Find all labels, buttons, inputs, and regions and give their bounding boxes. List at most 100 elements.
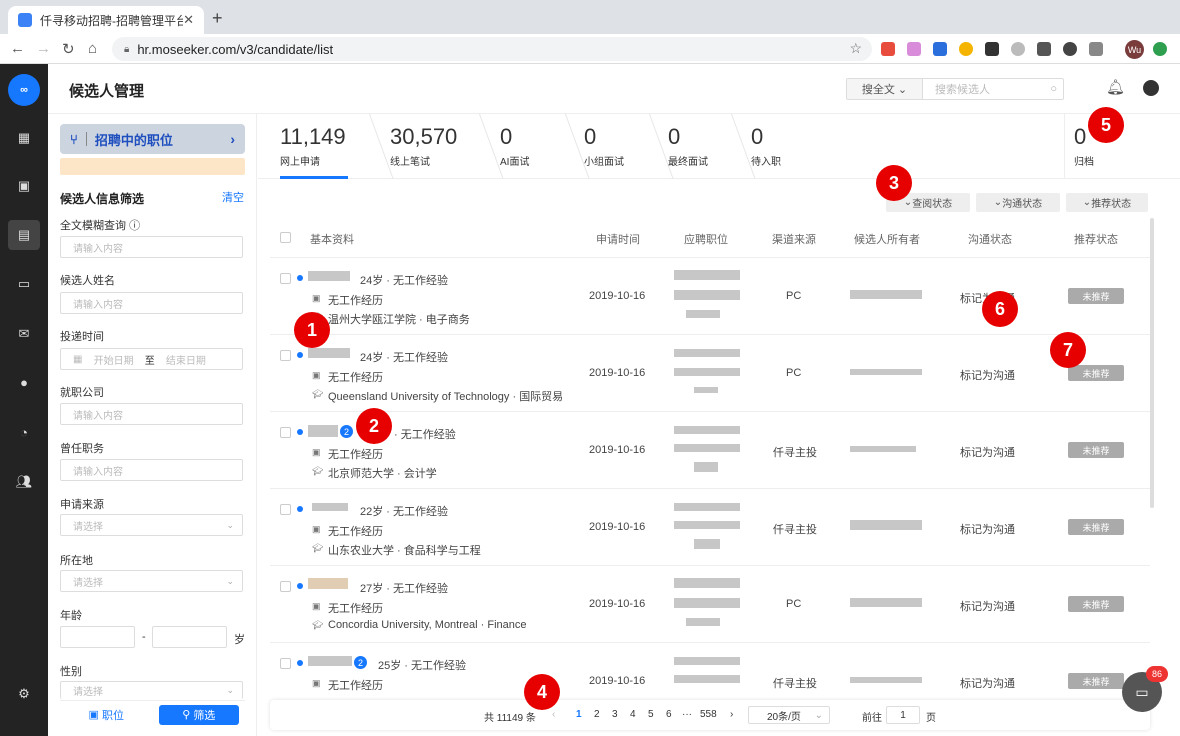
stat-online-test[interactable]: 30,570 线上笔试 [390, 124, 457, 168]
notification-bell-icon[interactable]: 🔔︎ [1106, 78, 1125, 96]
mark-communicated-link[interactable]: 标记为沟通 [960, 367, 1015, 383]
recommend-status-tag[interactable]: 未推荐 [1068, 365, 1124, 381]
moseeker-logo[interactable]: ∞ [8, 74, 40, 106]
recommend-status-tag[interactable]: 未推荐 [1068, 519, 1124, 535]
company-input[interactable]: 请输入内容 [60, 403, 243, 425]
extension-icon[interactable] [933, 42, 947, 56]
date-range-input[interactable]: ▦ 开始日期 至 结束日期 [60, 348, 243, 370]
page-4[interactable]: 4 [630, 709, 636, 720]
reload-icon[interactable]: ↻ [62, 40, 75, 58]
recommend-status-filter[interactable]: ⌄ 推荐状态 [1066, 193, 1148, 212]
mark-communicated-link[interactable]: 标记为沟通 [960, 675, 1015, 691]
close-tab-icon[interactable]: ✕ [183, 12, 194, 28]
id-card-icon[interactable]: ▭ [12, 272, 36, 296]
recruiting-jobs-button[interactable]: ⑂ 招聘中的职位 › [60, 124, 245, 154]
position-input[interactable]: 请输入内容 [60, 459, 243, 481]
stat-online-apply[interactable]: 11,149 网上申请 [280, 124, 346, 168]
row-checkbox[interactable] [280, 658, 291, 669]
goto-page-input[interactable]: 1 [886, 706, 920, 724]
extension-icon[interactable] [959, 42, 973, 56]
extension-icon[interactable] [907, 42, 921, 56]
page-2[interactable]: 2 [594, 709, 600, 720]
stat-final-interview[interactable]: 0 最终面试 [668, 124, 708, 168]
page-last[interactable]: 558 [700, 709, 717, 720]
thumbs-up-icon[interactable]: ● [12, 370, 36, 394]
next-page-icon[interactable]: › [730, 709, 733, 720]
table-scrollbar[interactable] [1150, 218, 1154, 508]
tab-position[interactable]: ▣ 职位 [66, 705, 146, 725]
page-1[interactable]: 1 [576, 709, 582, 720]
recommend-status-tag[interactable]: 未推荐 [1068, 673, 1124, 689]
url-field[interactable]: 🔒︎ hr.moseeker.com/v3/candidate/list ☆ [112, 37, 872, 61]
page-size-select[interactable]: 20条/页 ⌄ [748, 706, 830, 724]
recommend-status-tag[interactable]: 未推荐 [1068, 442, 1124, 458]
users-icon[interactable]: 👥︎ [12, 470, 36, 494]
mark-communicated-link[interactable]: 标记为沟通 [960, 444, 1015, 460]
table-row[interactable]: 2 · 无工作经验 ▣ 无工作经历 🎓︎ 北京师范大学 · 会计学 2019-1… [270, 412, 1150, 489]
table-row[interactable]: 27岁 · 无工作经验 ▣ 无工作经历 🎓︎ Concordia Univers… [270, 566, 1150, 643]
clear-filters-link[interactable]: 清空 [222, 189, 244, 205]
back-icon[interactable]: ← [10, 40, 25, 57]
row-checkbox[interactable] [280, 427, 291, 438]
blurred-job[interactable] [674, 578, 740, 588]
browser-tab[interactable]: 仟寻移动招聘-招聘管理平台 ✕ [8, 6, 204, 34]
name-input[interactable]: 请输入内容 [60, 292, 243, 314]
page-5[interactable]: 5 [648, 709, 654, 720]
select-all-checkbox[interactable] [280, 232, 291, 243]
global-search[interactable]: 搜全文 ⌄ 搜索候选人 ○ [846, 78, 1064, 100]
blurred-job[interactable] [674, 349, 740, 357]
stat-ai-interview[interactable]: 0 AI面试 [500, 124, 529, 168]
profile-avatar[interactable]: Wu [1125, 40, 1144, 59]
source-select[interactable]: 请选择 ⌄ [60, 514, 243, 536]
blurred-job[interactable] [674, 657, 740, 665]
qr-extension-icon[interactable] [1037, 42, 1051, 56]
settings-gear-icon[interactable]: ⚙ [12, 682, 36, 706]
wechat-icon[interactable]: ✉ [12, 322, 36, 346]
recommend-status-tag[interactable]: 未推荐 [1068, 596, 1124, 612]
row-checkbox[interactable] [280, 350, 291, 361]
table-row[interactable]: 24岁 · 无工作经验 ▣ 无工作经历 🎓︎ Queensland Univer… [270, 335, 1150, 412]
blurred-job[interactable] [674, 426, 740, 434]
search-input[interactable]: 搜索候选人 [923, 81, 1050, 97]
tab-filter[interactable]: ⚲ 筛选 [158, 704, 239, 725]
table-row[interactable]: 24岁 · 无工作经验 ▣ 无工作经历 🎓︎ 温州大学瓯江学院 · 电子商务 2… [270, 258, 1150, 335]
row-checkbox[interactable] [280, 581, 291, 592]
prev-page-icon[interactable]: ‹ [552, 709, 555, 720]
extension-icon[interactable] [1011, 42, 1025, 56]
forward-icon[interactable]: → [36, 40, 51, 57]
recommend-status-tag[interactable]: 未推荐 [1068, 288, 1124, 304]
blurred-job[interactable] [674, 503, 740, 511]
mark-communicated-link[interactable]: 标记为沟通 [960, 521, 1015, 537]
page-ellipsis[interactable]: ··· [682, 709, 692, 720]
table-row[interactable]: 22岁 · 无工作经验 ▣ 无工作经历 🎓︎ 山东农业大学 · 食品科学与工程 … [270, 489, 1150, 566]
extension-icon[interactable] [985, 42, 999, 56]
row-checkbox[interactable] [280, 273, 291, 284]
camera-extension-icon[interactable] [1089, 42, 1103, 56]
communication-status-filter[interactable]: ⌄ 沟通状态 [976, 193, 1060, 212]
age-min-input[interactable] [60, 626, 135, 648]
extension-icon[interactable] [881, 42, 895, 56]
extension-icon[interactable] [1063, 42, 1077, 56]
dashboard-icon[interactable]: ▦ [12, 126, 36, 150]
briefcase-icon[interactable]: ▣ [12, 174, 36, 198]
user-avatar-icon[interactable] [1143, 80, 1159, 96]
search-icon[interactable]: ○ [1050, 83, 1057, 95]
page-3[interactable]: 3 [612, 709, 618, 720]
stat-pending-onboard[interactable]: 0 待入职 [751, 124, 781, 168]
extension-icon[interactable] [1153, 42, 1167, 56]
row-checkbox[interactable] [280, 504, 291, 515]
stat-group-interview[interactable]: 0 小组面试 [584, 124, 624, 168]
fulltext-input[interactable]: 请输入内容 [60, 236, 243, 258]
pie-chart-icon[interactable]: ◔ [12, 420, 36, 444]
new-tab-icon[interactable]: + [212, 8, 223, 29]
gender-select[interactable]: 请选择 ⌄ [60, 681, 243, 699]
bookmark-star-icon[interactable]: ☆ [849, 40, 862, 57]
candidates-icon[interactable]: ▤ [8, 220, 40, 250]
mark-communicated-link[interactable]: 标记为沟通 [960, 598, 1015, 614]
blurred-job[interactable] [674, 270, 740, 280]
home-icon[interactable]: ⌂ [88, 40, 97, 57]
page-6[interactable]: 6 [666, 709, 672, 720]
age-max-input[interactable] [152, 626, 227, 648]
location-select[interactable]: 请选择 ⌄ [60, 570, 243, 592]
search-scope-select[interactable]: 搜全文 ⌄ [847, 79, 923, 99]
